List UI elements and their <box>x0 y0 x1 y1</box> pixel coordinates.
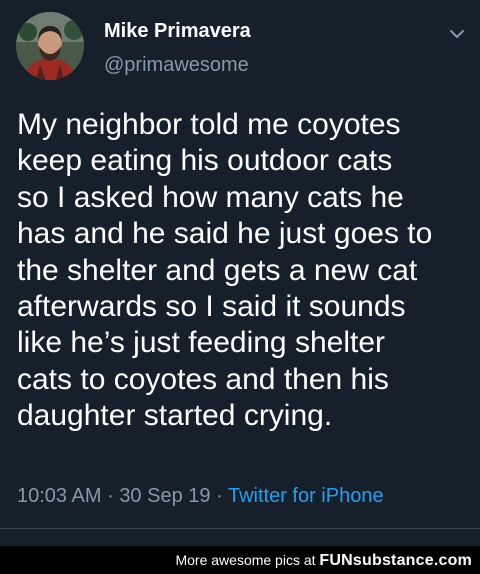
watermark: More awesome pics at FUNsubstance.com <box>175 550 472 571</box>
tweet-meta: 10:03 AM · 30 Sep 19 · Twitter for iPhon… <box>17 484 384 508</box>
tweet-text-line: My neighbor told me coyotes <box>17 108 401 141</box>
tweet-text-line: so I asked how many cats he <box>17 180 404 214</box>
tweet-date: 30 Sep 19 <box>119 485 211 507</box>
author-handle[interactable]: @primawesome <box>104 53 249 77</box>
tweet-text-line: daughter started crying. <box>17 399 333 433</box>
tweet-text-line: the shelter and gets a new cat <box>17 253 418 287</box>
tweet-text-line: cats to coyotes and then his <box>17 362 389 396</box>
meta-separator: · <box>216 485 223 507</box>
meta-separator: · <box>107 485 114 507</box>
avatar[interactable] <box>16 12 84 80</box>
tweet-source-link[interactable]: Twitter for iPhone <box>228 485 384 507</box>
tweet-time: 10:03 AM <box>17 485 102 507</box>
tweet-text-line: has and he said he just goes to <box>17 217 433 251</box>
tweet-card: Mike Primavera @primawesome My neighbor … <box>0 0 480 546</box>
chevron-down-icon[interactable] <box>447 24 467 44</box>
tweet-text-line: like he’s just feeding shelter <box>17 326 385 360</box>
divider <box>0 528 480 529</box>
tweet-text-line: afterwards so I said it sounds <box>17 290 406 324</box>
tweet-text-line: keep eating his outdoor cats <box>17 144 393 178</box>
tweet-text: My neighbor told me coyotes keep eating … <box>17 107 469 435</box>
author-name[interactable]: Mike Primavera <box>104 19 251 43</box>
watermark-bar: More awesome pics at FUNsubstance.com <box>0 546 480 574</box>
watermark-brand: FUNsubstance.com <box>319 552 472 569</box>
avatar-image <box>16 12 84 80</box>
watermark-prefix: More awesome pics at <box>175 552 320 568</box>
